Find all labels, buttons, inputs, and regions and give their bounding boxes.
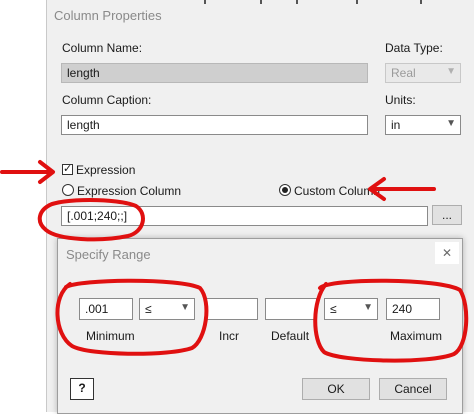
annotation-layer xyxy=(0,160,469,363)
arrow-to-expression xyxy=(0,160,55,184)
circle-maximum xyxy=(313,278,469,363)
arrow-to-custom-column xyxy=(368,177,436,201)
circle-expression xyxy=(37,198,145,242)
circle-minimum xyxy=(55,278,209,356)
